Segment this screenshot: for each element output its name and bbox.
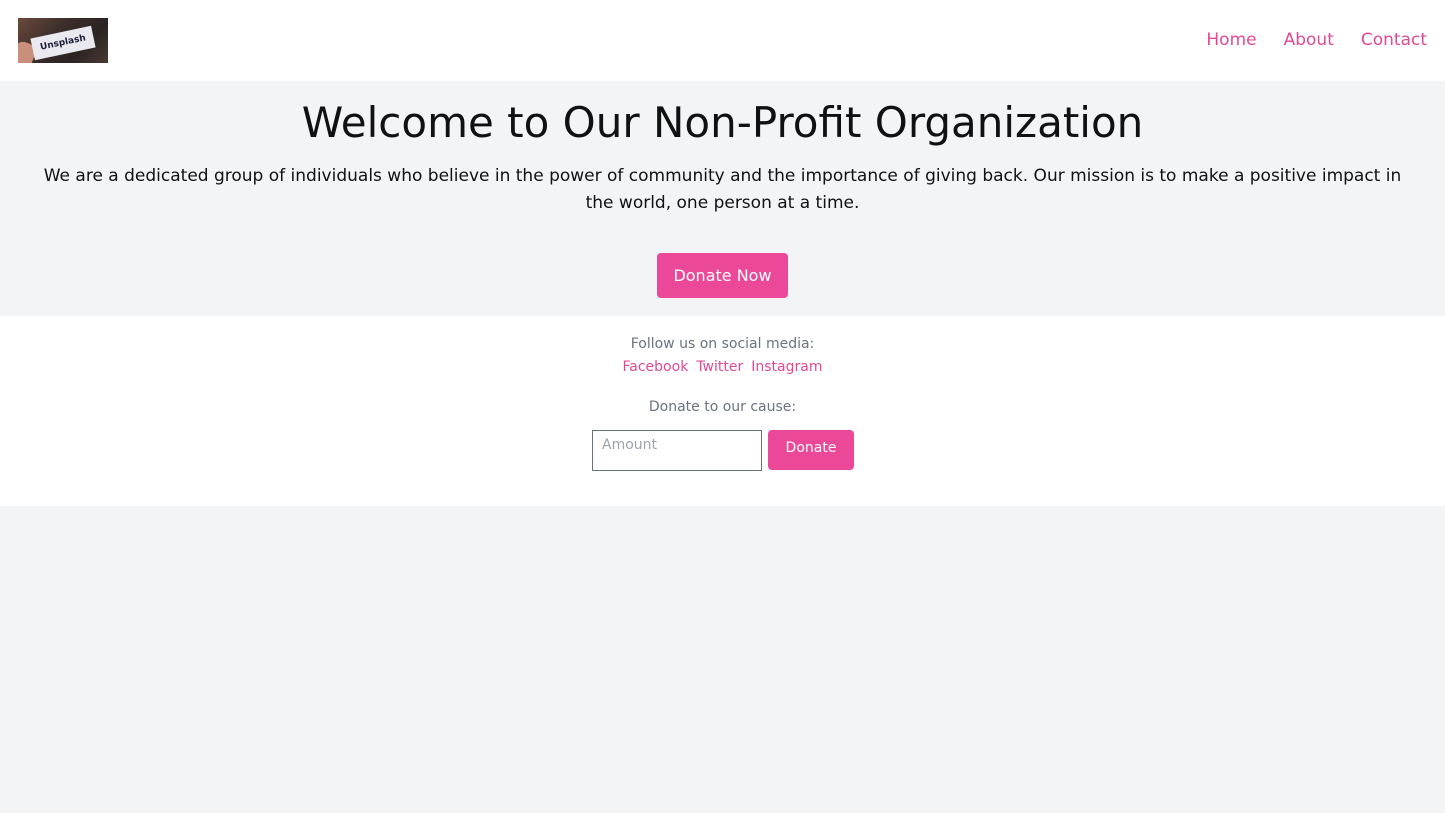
site-header: Unsplash Home About Contact — [0, 0, 1445, 81]
donate-button[interactable]: Donate — [768, 430, 854, 470]
nav-link-home[interactable]: Home — [1206, 28, 1256, 52]
hero-description: We are a dedicated group of individuals … — [43, 166, 1402, 213]
donate-now-button[interactable]: Donate Now — [657, 253, 788, 298]
donate-cause-label: Donate to our cause: — [648, 399, 797, 415]
social-links: Facebook Twitter Instagram — [0, 358, 1445, 376]
nav-link-contact[interactable]: Contact — [1361, 28, 1427, 52]
logo-paper-graphic: Unsplash — [30, 25, 96, 61]
nav-link-about[interactable]: About — [1284, 28, 1334, 52]
site-footer: Follow us on social media: Facebook Twit… — [0, 316, 1445, 506]
follow-social-label: Follow us on social media: — [630, 336, 815, 352]
main-nav: Home About Contact — [1206, 28, 1427, 52]
social-link-facebook[interactable]: Facebook — [623, 358, 689, 376]
amount-input[interactable] — [592, 430, 762, 471]
social-link-instagram[interactable]: Instagram — [751, 358, 822, 376]
social-link-twitter[interactable]: Twitter — [696, 358, 743, 376]
logo-text: Unsplash — [39, 33, 87, 53]
page-title: Welcome to Our Non-Profit Organization — [301, 98, 1144, 147]
hero-section: Welcome to Our Non-Profit Organization W… — [0, 81, 1445, 316]
logo-image[interactable]: Unsplash — [18, 18, 108, 63]
